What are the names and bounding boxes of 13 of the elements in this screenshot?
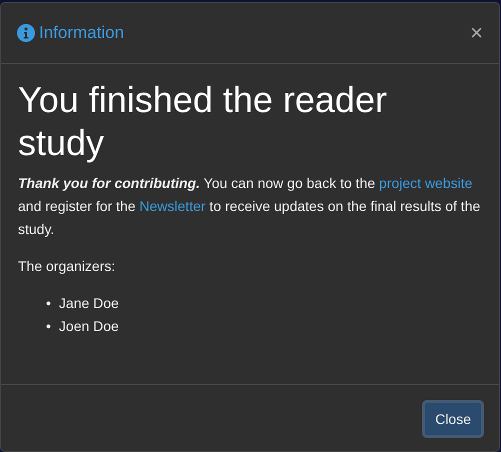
- message-paragraph: Thank you for contributing. You can now go back to the project website and register for the Newsletter to receive updates on the final results of the study.: [18, 174, 482, 239]
- organizer-name: Joen Doe: [58, 317, 119, 336]
- close-button[interactable]: Close: [422, 400, 484, 438]
- signoff-text: The organizers:: [18, 257, 116, 276]
- link[interactable]: Newsletter: [139, 198, 206, 214]
- info-icon: [17, 24, 35, 42]
- bullet: •: [46, 317, 51, 336]
- link[interactable]: project website: [379, 175, 472, 191]
- dialog-title: Information: [39, 23, 124, 43]
- organizer-name: Jane Doe: [58, 294, 119, 313]
- close-button[interactable]: ×: [470, 22, 483, 44]
- bullet: •: [46, 294, 51, 313]
- heading: You finished the reader study: [18, 78, 388, 164]
